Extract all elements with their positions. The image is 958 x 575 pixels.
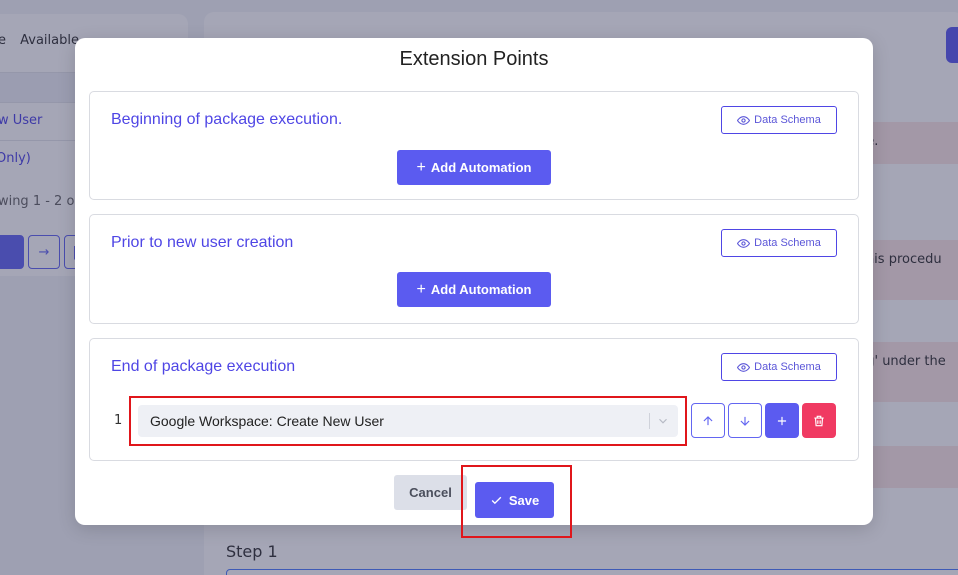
arrow-up-icon: [703, 415, 713, 425]
plus-icon: +: [416, 280, 426, 298]
eye-icon: [737, 362, 751, 372]
data-schema-label: Data Schema: [754, 361, 821, 373]
extension-section-prior-user-creation: Prior to new user creation Data Schema +…: [89, 214, 859, 324]
plus-icon: +: [416, 158, 426, 176]
data-schema-label: Data Schema: [754, 114, 821, 126]
extension-points-modal: Extension Points Beginning of package ex…: [75, 38, 873, 538]
eye-icon: [737, 238, 751, 248]
arrow-down-icon: [740, 416, 750, 426]
section-title: Beginning of package execution.: [111, 111, 343, 128]
save-label: Save: [508, 492, 540, 508]
add-row-button[interactable]: [765, 403, 799, 438]
data-schema-button[interactable]: Data Schema: [721, 353, 837, 381]
move-up-button[interactable]: [691, 403, 725, 438]
extension-section-end: End of package execution Data Schema 1 G…: [89, 338, 859, 461]
modal-title: Extension Points: [399, 48, 549, 70]
eye-icon: [737, 115, 751, 125]
extension-section-beginning: Beginning of package execution. Data Sch…: [89, 91, 859, 200]
data-schema-button[interactable]: Data Schema: [721, 229, 837, 257]
save-button[interactable]: Save: [475, 482, 554, 518]
cancel-button[interactable]: Cancel: [394, 475, 467, 510]
add-automation-button[interactable]: + Add Automation: [397, 150, 551, 185]
delete-row-button[interactable]: [802, 403, 836, 438]
select-separator: [649, 413, 650, 429]
automation-select-value: Google Workspace: Create New User: [150, 413, 384, 429]
data-schema-button[interactable]: Data Schema: [721, 106, 837, 134]
trash-icon: [814, 415, 824, 426]
add-automation-label: Add Automation: [430, 160, 532, 175]
automation-index: 1: [114, 413, 123, 428]
plus-icon: [777, 416, 787, 425]
add-automation-label: Add Automation: [430, 282, 532, 297]
section-title: Prior to new user creation: [111, 234, 294, 251]
check-icon: [491, 496, 502, 504]
move-down-button[interactable]: [728, 403, 762, 438]
automation-select[interactable]: Google Workspace: Create New User: [138, 405, 678, 437]
section-title: End of package execution: [111, 358, 296, 375]
add-automation-button[interactable]: + Add Automation: [397, 272, 551, 307]
chevron-down-icon[interactable]: [656, 414, 670, 428]
data-schema-label: Data Schema: [754, 237, 821, 249]
